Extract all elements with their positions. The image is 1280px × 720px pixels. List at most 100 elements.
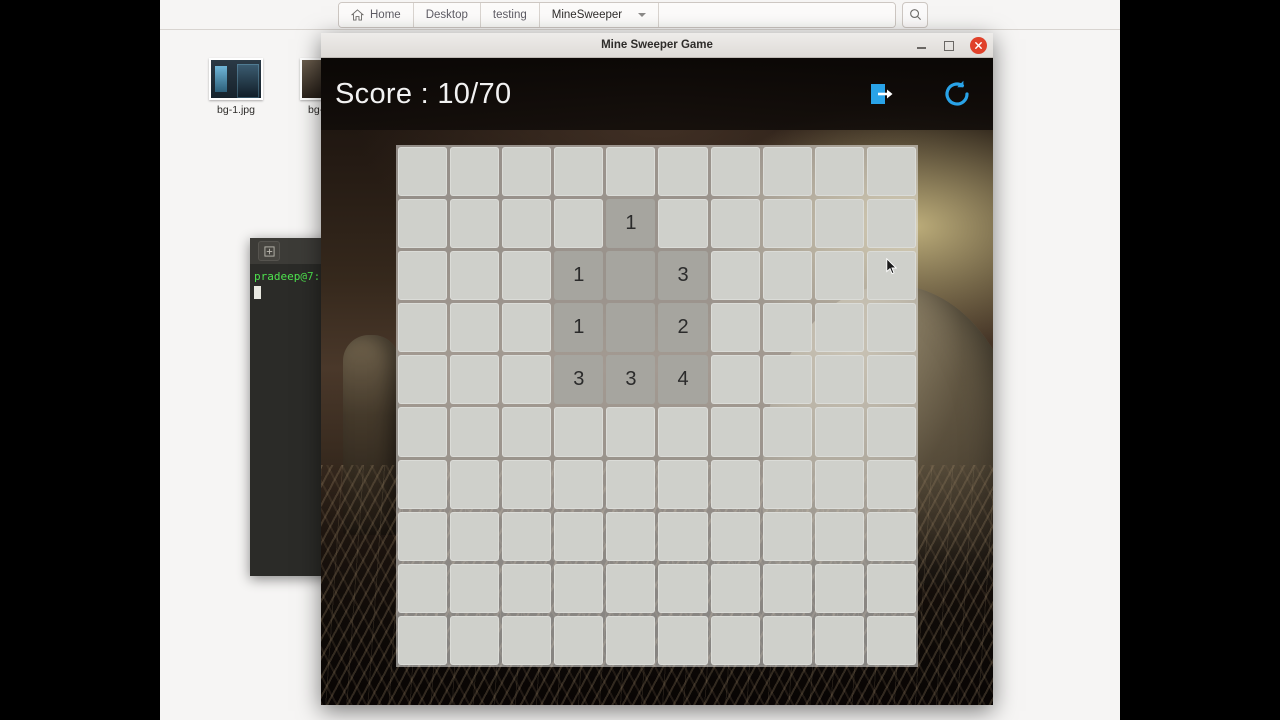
board-cell-hidden[interactable] — [450, 147, 500, 197]
maximize-button[interactable] — [942, 39, 956, 53]
board-cell-hidden[interactable] — [762, 511, 812, 561]
board-cell-hidden[interactable] — [450, 303, 500, 353]
board-cell-hidden[interactable] — [502, 615, 552, 665]
board-cell-hidden[interactable] — [866, 407, 916, 457]
board-cell-hidden[interactable] — [398, 407, 448, 457]
new-tab-icon[interactable] — [258, 241, 280, 261]
board-cell-hidden[interactable] — [710, 251, 760, 301]
board-cell-hidden[interactable] — [450, 355, 500, 405]
board-cell-hidden[interactable] — [866, 355, 916, 405]
board-cell-hidden[interactable] — [710, 459, 760, 509]
board-cell-hidden[interactable] — [398, 355, 448, 405]
board-cell-hidden[interactable] — [658, 459, 708, 509]
board-cell-revealed[interactable]: 1 — [606, 199, 656, 249]
board-cell-hidden[interactable] — [814, 199, 864, 249]
board-cell-hidden[interactable] — [866, 563, 916, 613]
board-cell-hidden[interactable] — [762, 303, 812, 353]
board-cell-hidden[interactable] — [398, 563, 448, 613]
board-cell-hidden[interactable] — [762, 147, 812, 197]
board-cell-hidden[interactable] — [658, 407, 708, 457]
board-cell-hidden[interactable] — [658, 511, 708, 561]
board-cell-hidden[interactable] — [502, 459, 552, 509]
board-cell-hidden[interactable] — [502, 511, 552, 561]
close-button[interactable] — [970, 37, 987, 54]
board-cell-hidden[interactable] — [606, 511, 656, 561]
board-cell-hidden[interactable] — [710, 511, 760, 561]
board-cell-hidden[interactable] — [554, 511, 604, 561]
board-cell-revealed[interactable]: 1 — [554, 303, 604, 353]
board-cell-hidden[interactable] — [762, 355, 812, 405]
board-cell-hidden[interactable] — [762, 251, 812, 301]
board-cell-hidden[interactable] — [710, 199, 760, 249]
board-cell-hidden[interactable] — [762, 199, 812, 249]
board-cell-hidden[interactable] — [398, 303, 448, 353]
board-cell-hidden[interactable] — [762, 615, 812, 665]
board-cell-hidden[interactable] — [398, 251, 448, 301]
board-cell-hidden[interactable] — [866, 511, 916, 561]
board-cell-hidden[interactable] — [554, 147, 604, 197]
board-cell-hidden[interactable] — [398, 199, 448, 249]
board-cell-hidden[interactable] — [554, 199, 604, 249]
minesweeper-board[interactable]: 11312334 — [396, 145, 918, 667]
board-cell-hidden[interactable] — [554, 407, 604, 457]
minesweeper-window[interactable]: Mine Sweeper Game Score : 10/70 1 1 3 1 … — [321, 33, 993, 705]
board-cell-hidden[interactable] — [762, 563, 812, 613]
board-cell-hidden[interactable] — [450, 563, 500, 613]
board-cell-revealed[interactable] — [606, 303, 656, 353]
board-cell-hidden[interactable] — [450, 615, 500, 665]
board-cell-hidden[interactable] — [398, 459, 448, 509]
board-cell-hidden[interactable] — [814, 147, 864, 197]
board-cell-hidden[interactable] — [814, 251, 864, 301]
board-cell-hidden[interactable] — [710, 563, 760, 613]
board-cell-hidden[interactable] — [814, 563, 864, 613]
board-cell-hidden[interactable] — [866, 147, 916, 197]
board-cell-hidden[interactable] — [502, 199, 552, 249]
board-cell-hidden[interactable] — [814, 407, 864, 457]
breadcrumb-item-testing[interactable]: testing — [480, 2, 540, 27]
board-cell-hidden[interactable] — [502, 303, 552, 353]
board-cell-revealed[interactable] — [606, 251, 656, 301]
board-cell-hidden[interactable] — [866, 615, 916, 665]
minimize-button[interactable] — [914, 39, 928, 53]
board-cell-hidden[interactable] — [710, 407, 760, 457]
board-cell-hidden[interactable] — [398, 511, 448, 561]
board-cell-hidden[interactable] — [502, 563, 552, 613]
exit-button[interactable] — [861, 72, 905, 116]
breadcrumb-item-home[interactable]: Home — [339, 2, 414, 27]
board-cell-revealed[interactable]: 3 — [554, 355, 604, 405]
board-cell-hidden[interactable] — [450, 459, 500, 509]
board-cell-hidden[interactable] — [658, 147, 708, 197]
board-cell-hidden[interactable] — [450, 251, 500, 301]
chevron-down-icon[interactable] — [638, 12, 647, 17]
board-cell-hidden[interactable] — [814, 355, 864, 405]
board-cell-hidden[interactable] — [450, 199, 500, 249]
window-titlebar[interactable]: Mine Sweeper Game — [321, 33, 993, 58]
board-cell-hidden[interactable] — [710, 303, 760, 353]
board-cell-hidden[interactable] — [814, 303, 864, 353]
breadcrumb-item-minesweeper[interactable]: MineSweeper — [539, 2, 660, 27]
board-cell-hidden[interactable] — [606, 407, 656, 457]
board-cell-hidden[interactable] — [866, 459, 916, 509]
breadcrumb-item-desktop[interactable]: Desktop — [413, 2, 481, 27]
board-cell-hidden[interactable] — [606, 563, 656, 613]
board-cell-hidden[interactable] — [606, 459, 656, 509]
board-cell-hidden[interactable] — [658, 563, 708, 613]
board-cell-hidden[interactable] — [658, 615, 708, 665]
board-cell-hidden[interactable] — [814, 459, 864, 509]
board-cell-hidden[interactable] — [450, 407, 500, 457]
board-cell-hidden[interactable] — [658, 199, 708, 249]
board-cell-revealed[interactable]: 1 — [554, 251, 604, 301]
board-cell-hidden[interactable] — [554, 459, 604, 509]
board-cell-hidden[interactable] — [554, 615, 604, 665]
board-cell-hidden[interactable] — [866, 199, 916, 249]
board-cell-hidden[interactable] — [502, 407, 552, 457]
board-cell-hidden[interactable] — [398, 615, 448, 665]
board-cell-revealed[interactable]: 3 — [658, 251, 708, 301]
board-cell-hidden[interactable] — [502, 355, 552, 405]
board-cell-revealed[interactable]: 2 — [658, 303, 708, 353]
board-cell-hidden[interactable] — [606, 615, 656, 665]
board-cell-hidden[interactable] — [450, 511, 500, 561]
board-cell-revealed[interactable]: 4 — [658, 355, 708, 405]
board-cell-hidden[interactable] — [866, 303, 916, 353]
board-cell-hidden[interactable] — [814, 511, 864, 561]
